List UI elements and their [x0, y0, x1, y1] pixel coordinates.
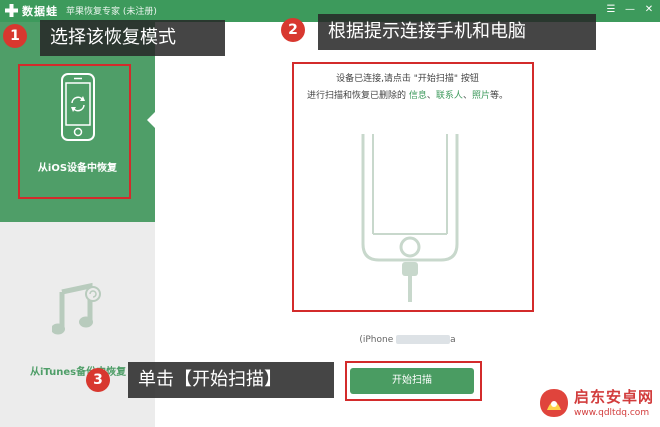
app-subtitle: 苹果恢复专家 (未注册) [66, 7, 157, 17]
watermark-logo-icon [540, 389, 568, 417]
app-title: 数据蛙 [22, 5, 58, 18]
menu-icon[interactable]: ☰ [604, 3, 618, 17]
step-badge-1: 1 [3, 24, 27, 48]
highlight-box-scan-button [345, 361, 482, 401]
device-name: (iPhone a [359, 335, 456, 345]
site-watermark: 启东安卓网 www.qdltdq.com [537, 381, 660, 427]
highlight-box-ios-mode [18, 64, 131, 199]
callout-step-2: 根据提示连接手机和电脑 [318, 14, 596, 50]
window-controls: ☰ — ✕ [604, 3, 656, 17]
watermark-name: 启东安卓网 [574, 388, 655, 406]
watermark-url: www.qdltdq.com [574, 408, 650, 418]
callout-step-3: 单击【开始扫描】 [128, 362, 334, 398]
close-icon[interactable]: ✕ [642, 3, 656, 17]
blurred-device-id [396, 335, 451, 344]
selection-pointer [147, 112, 155, 128]
sidebar-item-label: 从iTunes备份中恢复 [30, 367, 127, 378]
music-note-icon [52, 282, 101, 335]
app-logo-icon [5, 4, 18, 17]
step-badge-3: 3 [86, 368, 110, 392]
step-badge-2: 2 [281, 18, 305, 42]
callout-step-1: 选择该恢复模式 [40, 20, 225, 56]
highlight-box-instructions [292, 62, 534, 312]
minimize-icon[interactable]: — [623, 3, 637, 17]
